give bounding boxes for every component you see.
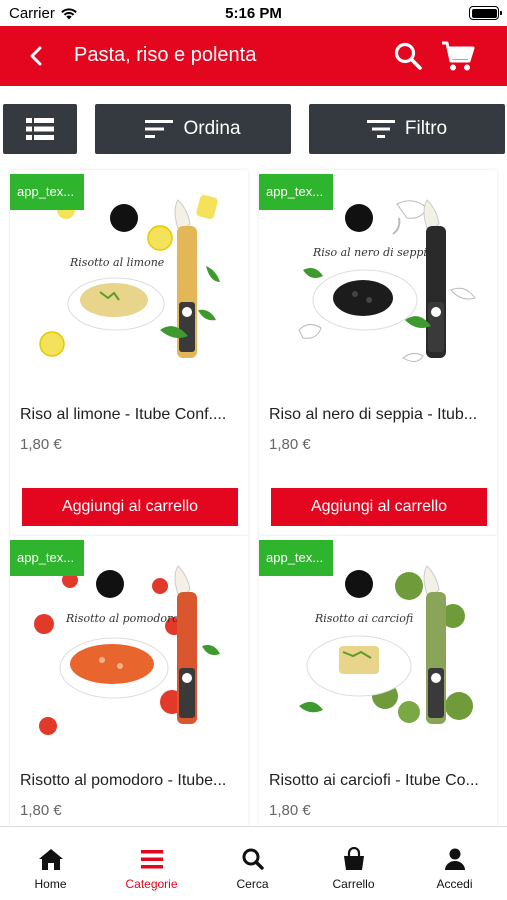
tab-accedi[interactable]: Accedi: [404, 827, 505, 900]
cart-button[interactable]: [440, 39, 476, 73]
tab-label: Home: [34, 877, 67, 891]
product-image-caption: Riso al nero di seppia: [312, 246, 433, 259]
home-icon: [39, 849, 63, 870]
user-icon: [445, 848, 465, 870]
menu-icon: [141, 850, 163, 869]
filter-toolbar: Ordina Filtro: [0, 104, 507, 154]
product-badge: app_tex...: [10, 174, 84, 210]
product-price: 1,80 €: [269, 436, 311, 453]
bottom-tab-bar: Home Categorie Cerca Carrello Accedi: [0, 826, 507, 900]
list-view-icon: [26, 118, 54, 140]
search-icon: [242, 848, 264, 870]
add-to-cart-button[interactable]: Aggiungi al carrello: [271, 488, 487, 526]
product-name[interactable]: Riso al limone - Itube Conf....: [20, 406, 240, 424]
sort-label: Ordina: [183, 118, 241, 139]
product-badge: app_tex...: [259, 174, 333, 210]
tab-label: Cerca: [236, 877, 269, 891]
shopping-cart-icon: [442, 41, 475, 71]
product-badge: app_tex...: [10, 540, 84, 576]
tab-label: Categorie: [125, 877, 178, 891]
tab-cerca[interactable]: Cerca: [202, 827, 303, 900]
search-button[interactable]: [392, 40, 424, 72]
product-card[interactable]: app_tex... Risotto ai carciofi Risotto a…: [259, 536, 497, 826]
view-toggle-button[interactable]: [3, 104, 77, 154]
product-card[interactable]: app_tex... Risotto al limone Riso al lim…: [10, 170, 248, 536]
product-badge: app_tex...: [259, 540, 333, 576]
tab-categorie[interactable]: Categorie: [101, 827, 202, 900]
chevron-left-icon: [30, 46, 42, 66]
product-card[interactable]: app_tex... Risotto al pomodoro Risotto a…: [10, 536, 248, 826]
battery-icon: [469, 6, 502, 20]
product-price: 1,80 €: [20, 436, 62, 453]
filter-button[interactable]: Filtro: [309, 104, 505, 154]
product-image-caption: Risotto ai carciofi: [314, 612, 413, 625]
filter-icon: [366, 120, 395, 138]
tab-home[interactable]: Home: [0, 827, 101, 900]
shopping-bag-icon: [344, 847, 364, 870]
app-bar: Pasta, riso e polenta: [0, 26, 507, 86]
page-title: Pasta, riso e polenta: [74, 44, 257, 66]
tab-label: Carrello: [332, 877, 375, 891]
back-button[interactable]: [22, 41, 52, 71]
tab-label: Accedi: [436, 877, 473, 891]
add-to-cart-button[interactable]: Aggiungi al carrello: [22, 488, 238, 526]
product-name[interactable]: Riso al nero di seppia - Itub...: [269, 406, 489, 424]
status-time: 5:16 PM: [225, 5, 282, 22]
sort-icon: [145, 120, 174, 138]
product-name[interactable]: Risotto ai carciofi - Itube Co...: [269, 772, 489, 790]
search-icon: [394, 42, 422, 70]
sort-button[interactable]: Ordina: [95, 104, 291, 154]
product-image-caption: Risotto al limone: [69, 256, 165, 269]
product-image-caption: Risotto al pomodoro: [65, 612, 179, 625]
product-price: 1,80 €: [20, 802, 62, 819]
filter-label: Filtro: [404, 118, 448, 139]
product-name[interactable]: Risotto al pomodoro - Itube...: [20, 772, 240, 790]
status-bar: Carrier 5:16 PM: [0, 0, 507, 26]
product-card[interactable]: app_tex... Riso al nero di seppia Riso a…: [259, 170, 497, 536]
tab-carrello[interactable]: Carrello: [303, 827, 404, 900]
product-price: 1,80 €: [269, 802, 311, 819]
